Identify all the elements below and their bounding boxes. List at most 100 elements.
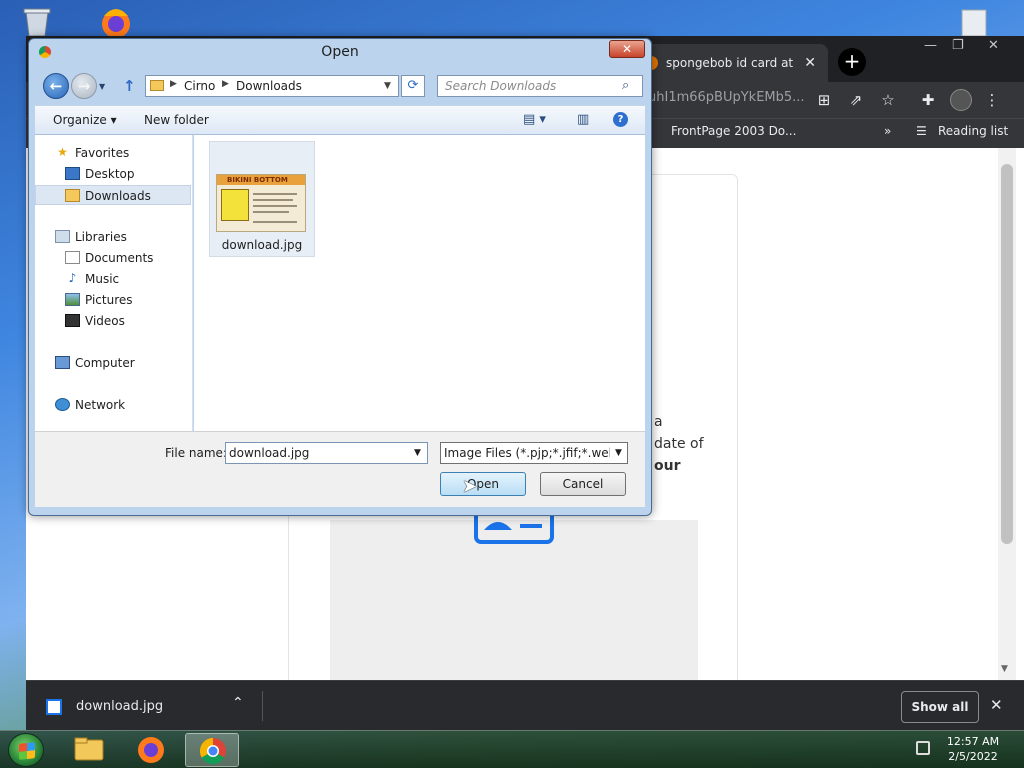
thumbnail-header: BIKINI BOTTOM <box>217 175 305 185</box>
nav-libraries[interactable]: Libraries <box>35 227 191 247</box>
file-name-label: download.jpg <box>221 238 303 252</box>
file-name-label: File name: <box>165 446 227 460</box>
chevron-down-icon[interactable]: ▼ <box>384 81 391 91</box>
nav-videos[interactable]: Videos <box>35 311 191 331</box>
downloads-bar: download.jpg ⌃ Show all ✕ <box>26 680 1024 730</box>
chevron-down-icon[interactable]: ▼ <box>615 448 622 458</box>
tab-spongebob-id-card[interactable]: spongebob id card at Du ✕ <box>632 44 828 82</box>
breadcrumb-separator-icon[interactable]: ▶ <box>222 79 229 89</box>
breadcrumb-downloads[interactable]: Downloads <box>236 79 302 93</box>
image-thumbnail: BIKINI BOTTOM <box>216 174 306 232</box>
videos-icon <box>65 314 80 327</box>
taskbar-explorer[interactable] <box>62 733 116 767</box>
thumbnail-text-line <box>253 199 293 201</box>
firefox-icon[interactable] <box>94 6 138 38</box>
computer-icon <box>55 356 70 369</box>
reading-list-link[interactable]: Reading list <box>938 124 1008 138</box>
thumbnail-photo <box>221 189 249 221</box>
download-item[interactable]: download.jpg <box>76 699 163 714</box>
file-name-input[interactable]: download.jpg ▼ <box>225 442 428 464</box>
help-icon[interactable]: ? <box>613 112 628 127</box>
tab-close-icon[interactable]: ✕ <box>804 55 816 71</box>
music-icon: ♪ <box>68 271 77 285</box>
nav-downloads[interactable]: Downloads <box>35 185 191 205</box>
file-type-value: Image Files (*.pjp;*.jfif;*.webp;* <box>444 446 610 460</box>
navigation-pane: ★ Favorites Desktop Downloads Libraries … <box>35 135 193 431</box>
forward-button[interactable]: → <box>71 73 97 99</box>
url-text[interactable]: uhI1m66pBUpYkEMb5... <box>648 90 805 105</box>
close-icon[interactable]: ✕ <box>990 696 1003 714</box>
breadcrumb-cirno[interactable]: Cirno <box>184 79 215 93</box>
up-arrow-icon[interactable]: ↑ <box>123 77 136 95</box>
recent-pages-chevron-icon[interactable]: ▼ <box>99 82 105 91</box>
address-bar[interactable]: ▶ Cirno ▶ Downloads ▼ <box>145 75 399 97</box>
dialog-footer: File name: download.jpg ▼ Image Files (*… <box>35 431 645 507</box>
new-folder-button[interactable]: New folder <box>144 113 209 127</box>
nav-favorites[interactable]: ★ Favorites <box>35 143 191 163</box>
chevron-up-icon[interactable]: ⌃ <box>232 695 244 711</box>
dialog-close-button[interactable]: ✕ <box>609 40 645 58</box>
firefox-icon <box>138 737 164 763</box>
documents-icon <box>65 251 80 264</box>
windows-start-icon[interactable] <box>8 733 44 767</box>
system-clock[interactable]: 12:57 AM 2/5/2022 <box>942 734 1004 764</box>
close-window-button[interactable]: ✕ <box>988 38 999 53</box>
share-icon[interactable]: ⇗ <box>846 90 866 110</box>
nav-music[interactable]: ♪ Music <box>35 269 191 289</box>
nav-desktop[interactable]: Desktop <box>35 164 191 184</box>
id-upload-area[interactable] <box>330 520 698 680</box>
desktop-file-icon[interactable] <box>956 8 994 38</box>
menu-icon[interactable]: ⋮ <box>982 90 1002 110</box>
chrome-icon <box>199 737 226 765</box>
file-name-value: download.jpg <box>229 446 310 460</box>
thumbnail-text-line <box>253 193 297 195</box>
show-all-button[interactable]: Show all <box>901 691 979 723</box>
minimize-button[interactable]: — <box>924 38 937 53</box>
nav-documents[interactable]: Documents <box>35 248 191 268</box>
mouse-cursor-icon: ➤ <box>462 476 478 497</box>
page-text-line: date of <box>654 436 704 452</box>
translate-icon[interactable]: ⊞ <box>814 90 834 110</box>
refresh-button[interactable]: ⟳ <box>401 75 425 97</box>
network-icon <box>55 398 70 411</box>
folder-icon <box>74 737 104 761</box>
windows-flag-icon <box>19 742 35 760</box>
nav-computer[interactable]: Computer <box>35 353 191 373</box>
bookmarks-overflow-icon[interactable]: » <box>884 124 891 138</box>
new-tab-button[interactable]: + <box>838 48 866 76</box>
downloads-folder-icon <box>65 189 80 202</box>
search-input[interactable]: Search Downloads ⌕ <box>437 75 643 97</box>
network-tray-icon[interactable] <box>916 741 930 755</box>
back-button[interactable]: ← <box>43 73 69 99</box>
chevron-down-icon[interactable]: ▼ <box>414 448 421 458</box>
file-type-select[interactable]: Image Files (*.pjp;*.jfif;*.webp;* ▼ <box>440 442 628 464</box>
open-button[interactable]: Open <box>440 472 526 496</box>
scroll-down-icon[interactable]: ▼ <box>1001 664 1008 674</box>
bookmark-frontpage[interactable]: FrontPage 2003 Do... <box>671 124 796 138</box>
breadcrumb-separator-icon[interactable]: ▶ <box>170 79 177 89</box>
taskbar-firefox[interactable] <box>124 733 178 767</box>
thumbnail-text-line <box>253 221 297 223</box>
organize-button[interactable]: Organize ▾ <box>53 113 117 127</box>
divider <box>262 691 263 721</box>
reading-list-icon[interactable]: ☰ <box>916 124 927 138</box>
star-icon[interactable]: ☆ <box>878 90 898 110</box>
avatar[interactable] <box>950 89 972 111</box>
maximize-button[interactable]: ❐ <box>952 38 964 53</box>
scrollbar-thumb[interactable] <box>1001 164 1013 544</box>
puzzle-icon[interactable]: ✚ <box>918 90 938 110</box>
recycle-bin-icon[interactable] <box>20 6 54 37</box>
taskbar-chrome[interactable] <box>185 733 239 767</box>
dialog-title: Open <box>321 44 359 60</box>
nav-pictures[interactable]: Pictures <box>35 290 191 310</box>
preview-pane-icon[interactable]: ▥ <box>577 112 589 127</box>
file-item-download-jpg[interactable]: BIKINI BOTTOM download.jpg <box>209 141 315 257</box>
taskbar: 12:57 AM 2/5/2022 <box>0 730 1024 768</box>
nav-network[interactable]: Network <box>35 395 191 415</box>
desktop-icon <box>65 167 80 180</box>
clock-time: 12:57 AM <box>946 735 1000 748</box>
cancel-button[interactable]: Cancel <box>540 472 626 496</box>
search-icon[interactable]: ⌕ <box>622 78 629 93</box>
view-options-icon[interactable]: ▤ ▾ <box>523 112 546 127</box>
pictures-icon <box>65 293 80 306</box>
